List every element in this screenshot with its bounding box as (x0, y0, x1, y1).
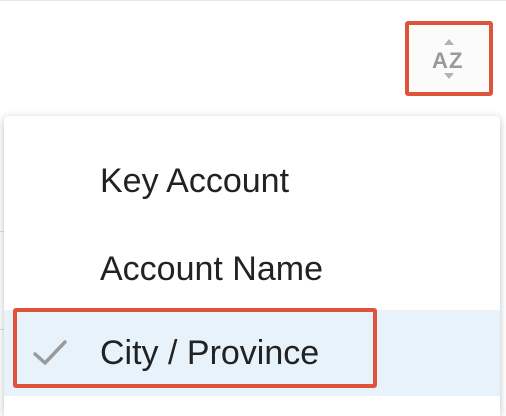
menu-item-label: City / Province (100, 334, 320, 372)
menu-item-city-province[interactable]: City / Province (4, 310, 500, 396)
svg-text:A: A (432, 48, 448, 73)
menu-item-account-name[interactable]: Account Name (4, 226, 500, 312)
sort-az-icon: A Z (429, 37, 469, 81)
menu-item-label: Account Name (100, 250, 323, 288)
screen: A Z Key Account Account Name City / Prov… (0, 0, 506, 416)
sort-menu: Key Account Account Name City / Province (4, 116, 500, 416)
menu-item-key-account[interactable]: Key Account (4, 138, 500, 224)
svg-text:Z: Z (449, 48, 462, 73)
sort-button[interactable]: A Z (405, 21, 493, 96)
menu-item-label: Key Account (100, 162, 290, 200)
check-icon (32, 338, 68, 368)
